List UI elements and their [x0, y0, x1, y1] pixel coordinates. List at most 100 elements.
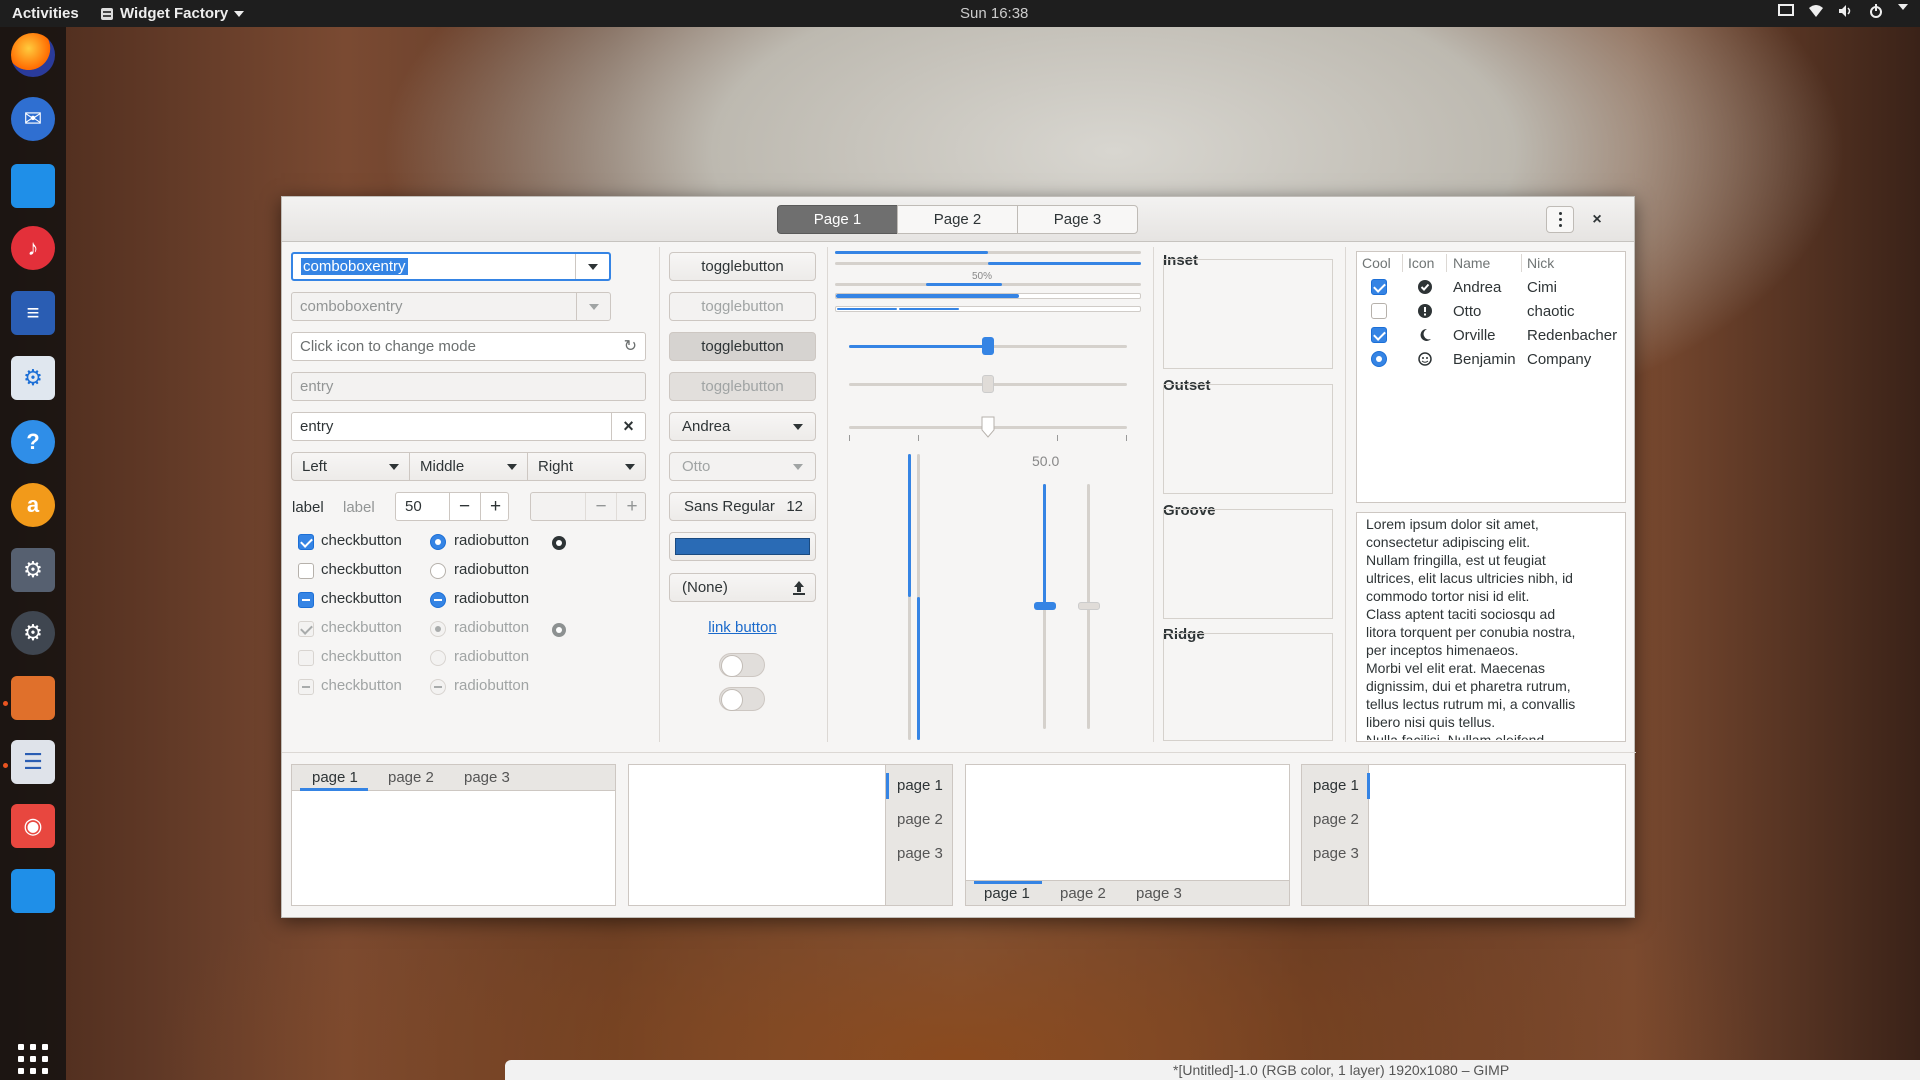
togglebutton-1[interactable]: togglebutton: [669, 252, 816, 281]
comboboxentry-1[interactable]: comboboxentry: [291, 252, 611, 281]
screenshot-icon[interactable]: ◉: [11, 804, 55, 848]
refresh-icon[interactable]: ↻: [624, 333, 637, 360]
entry-with-clear[interactable]: entry ×: [291, 412, 646, 441]
radiobutton-3[interactable]: [430, 592, 446, 608]
amazon-icon[interactable]: a: [11, 483, 55, 527]
column-header-nick[interactable]: Nick: [1527, 255, 1554, 271]
disabled-entry: entry: [291, 372, 646, 401]
firefox-icon[interactable]: [11, 33, 55, 77]
progress-fill-1: [835, 251, 988, 254]
togglebutton-3[interactable]: togglebutton: [669, 332, 816, 361]
header-bar: Page 1 Page 2 Page 3 ×: [282, 197, 1634, 242]
close-button[interactable]: ×: [1585, 208, 1609, 232]
separator: [1345, 247, 1346, 742]
combo-left[interactable]: Left: [291, 452, 410, 481]
radiobutton-1[interactable]: [430, 534, 446, 550]
row-4-cool-radio[interactable]: [1371, 351, 1387, 367]
notebook-left-tab-1[interactable]: page 1: [1313, 777, 1359, 794]
notebook-right-tab-3[interactable]: page 3: [897, 845, 943, 862]
segmented-combos: Left Middle Right: [291, 452, 646, 481]
textview-line: consectetur adipiscing elit.: [1366, 534, 1531, 550]
rhythmbox-icon[interactable]: ♪: [11, 226, 55, 270]
system-tray[interactable]: [1778, 4, 1908, 18]
scale-value-label: 50.0: [1032, 453, 1060, 469]
notebook-right-tab-2[interactable]: page 2: [897, 811, 943, 828]
vscrollbar-fill: [908, 454, 911, 597]
gimp-icon[interactable]: [11, 676, 55, 720]
tab-page-2[interactable]: Page 2: [897, 205, 1018, 234]
updater-icon[interactable]: ⚙: [11, 548, 55, 592]
column-header-name[interactable]: Name: [1453, 255, 1490, 271]
label-disabled: label: [343, 499, 375, 516]
thunderbird-icon[interactable]: ✉: [11, 97, 55, 141]
notebook-left-tab-3[interactable]: page 3: [1313, 845, 1359, 862]
checkbutton-1[interactable]: [298, 534, 314, 550]
writer-icon[interactable]: ≡: [11, 291, 55, 335]
combo-right[interactable]: Right: [527, 452, 646, 481]
spin-button[interactable]: 50 − +: [395, 492, 509, 521]
app-menu-label: Widget Factory: [120, 5, 229, 22]
hscale-1-knob[interactable]: [982, 337, 994, 355]
file-chooser-button[interactable]: (None): [669, 573, 816, 602]
notebook-bottom-tab-1[interactable]: page 1: [984, 885, 1030, 902]
plus-icon[interactable]: +: [480, 493, 508, 520]
switch-2[interactable]: [719, 687, 765, 711]
row-1-cool-check[interactable]: [1371, 279, 1387, 295]
combo-andrea[interactable]: Andrea: [669, 412, 816, 441]
notebook-right-tab-1[interactable]: page 1: [897, 777, 943, 794]
widget-factory-icon[interactable]: ☰: [11, 740, 55, 784]
column-divider: [1402, 254, 1403, 272]
notebook-bottom-tab-3[interactable]: page 3: [1136, 885, 1182, 902]
mode-entry[interactable]: Click icon to change mode ↻: [291, 332, 646, 361]
tab-page-3[interactable]: Page 3: [1017, 205, 1138, 234]
file-label: (None): [682, 579, 728, 596]
color-swatch: [675, 538, 810, 555]
combo-middle[interactable]: Middle: [409, 452, 528, 481]
network-icon: [1809, 5, 1823, 17]
hscale-3-knob[interactable]: [981, 416, 995, 438]
row-2-cool-check[interactable]: [1371, 303, 1387, 319]
notebook-bottom-tab-2[interactable]: page 2: [1060, 885, 1106, 902]
gimp-window-titlebar[interactable]: *[Untitled]-1.0 (RGB color, 1 layer) 192…: [505, 1060, 1920, 1080]
vscale-1-knob[interactable]: [1034, 602, 1056, 610]
settings-icon[interactable]: ⚙: [11, 611, 55, 655]
textview-content[interactable]: Lorem ipsum dolor sit amet, consectetur a…: [1366, 515, 1621, 740]
tick: [849, 435, 850, 441]
notebook-top-tab-2[interactable]: page 2: [388, 769, 434, 786]
progress-fill-3: [926, 283, 1002, 286]
link-button[interactable]: link button: [669, 619, 816, 636]
notebook-top-tab-3[interactable]: page 3: [464, 769, 510, 786]
top-bar: Activities Widget Factory Sun 16:38: [0, 0, 1920, 27]
comboboxentry-2: comboboxentry: [291, 292, 611, 321]
combo-dropdown-button[interactable]: [575, 254, 609, 279]
app-menu[interactable]: Widget Factory: [100, 5, 245, 22]
checkbutton-3-label: checkbutton: [321, 590, 402, 607]
clock[interactable]: Sun 16:38: [960, 5, 1028, 22]
activities-button[interactable]: Activities: [12, 5, 79, 22]
checkbutton-2[interactable]: [298, 563, 314, 579]
column-header-cool[interactable]: Cool: [1362, 255, 1391, 271]
tab-page-1[interactable]: Page 1: [777, 205, 898, 234]
row-2-name: Otto: [1453, 303, 1482, 320]
row-3-cool-check[interactable]: [1371, 327, 1387, 343]
minus-icon[interactable]: −: [449, 493, 479, 520]
show-applications-icon[interactable]: [18, 1044, 48, 1074]
files-icon[interactable]: [11, 164, 55, 208]
notebook-left-tab-2[interactable]: page 2: [1313, 811, 1359, 828]
radio-no-label-icon[interactable]: [551, 535, 567, 551]
switch-1[interactable]: [719, 653, 765, 677]
textview-line: Class aptent taciti sociosqu ad: [1366, 606, 1556, 622]
clear-icon[interactable]: ×: [611, 413, 645, 440]
color-button[interactable]: [669, 532, 816, 561]
progress-fill-2: [988, 262, 1141, 265]
menu-button[interactable]: [1546, 206, 1574, 233]
notes-icon[interactable]: [11, 869, 55, 913]
checkbutton-3[interactable]: [298, 592, 314, 608]
column-header-icon[interactable]: Icon: [1408, 255, 1434, 271]
help-icon[interactable]: ?: [11, 420, 55, 464]
running-indicator: [3, 763, 8, 768]
radiobutton-2[interactable]: [430, 563, 446, 579]
notebook-top-tab-1[interactable]: page 1: [312, 769, 358, 786]
font-button[interactable]: Sans Regular 12: [669, 492, 816, 521]
software-icon[interactable]: ⚙: [11, 356, 55, 400]
